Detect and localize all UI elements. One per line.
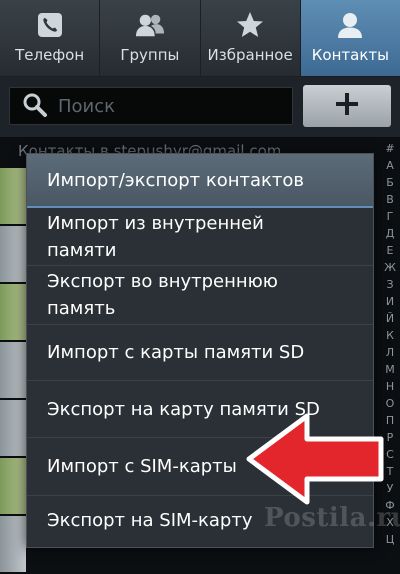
menu-item-label: Импорт с карты памяти SD (47, 342, 305, 363)
index-letter[interactable]: О (386, 395, 395, 412)
index-letter[interactable]: С (386, 446, 394, 463)
tab-contacts[interactable]: Контакты (300, 0, 400, 76)
avatar[interactable] (0, 284, 26, 342)
phone-icon (35, 10, 65, 40)
index-letter[interactable]: Ц (386, 531, 395, 548)
tab-favorites[interactable]: Избранное (201, 0, 301, 76)
avatar[interactable] (0, 168, 26, 226)
search-row (0, 77, 400, 137)
tab-groups[interactable]: Группы (100, 0, 201, 76)
tab-phone[interactable]: Телефон (0, 0, 101, 76)
index-letter[interactable]: Й (386, 310, 394, 327)
menu-item-import-sd[interactable]: Импорт с карты памяти SD (27, 325, 373, 381)
tab-label: Телефон (15, 46, 85, 64)
tab-bar: Телефон Группы Избранное Контакты (0, 0, 400, 77)
search-icon (22, 92, 50, 120)
index-letter[interactable]: З (386, 276, 393, 293)
avatar[interactable] (0, 226, 26, 284)
index-letter[interactable]: Б (386, 174, 394, 191)
menu-item-label: Экспорт на SIM-карту (47, 510, 253, 531)
tab-label: Контакты (311, 46, 389, 64)
avatar[interactable] (0, 400, 26, 458)
group-icon (135, 10, 165, 40)
index-letter[interactable]: # (385, 140, 394, 157)
index-letter[interactable]: Н (386, 378, 394, 395)
index-letter[interactable]: И (386, 293, 394, 310)
index-letter[interactable]: Г (387, 208, 394, 225)
index-letter[interactable]: Л (386, 344, 394, 361)
index-letter[interactable]: Ж (384, 259, 396, 276)
red-arrow-icon (246, 413, 384, 505)
menu-item-import-internal[interactable]: Импорт из внутренней памяти (27, 208, 373, 266)
contact-icon (335, 10, 365, 40)
watermark: Postila.ru (264, 503, 400, 533)
search-box[interactable] (9, 87, 293, 125)
menu-item-export-internal[interactable]: Экспорт во внутреннюю память (27, 266, 373, 325)
menu-item-label: Импорт из внутренней памяти (47, 212, 264, 261)
index-letter[interactable]: Р (387, 429, 394, 446)
plus-icon (334, 91, 360, 121)
search-input[interactable] (56, 94, 280, 118)
avatar[interactable] (0, 458, 26, 516)
index-letter[interactable]: К (386, 327, 394, 344)
tab-label: Избранное (207, 46, 293, 64)
index-letter[interactable]: В (386, 191, 394, 208)
index-letter[interactable]: М (385, 361, 395, 378)
avatar[interactable] (0, 516, 26, 574)
tab-label: Группы (120, 46, 180, 64)
menu-item-label: Экспорт во внутреннюю память (47, 271, 278, 319)
index-letter[interactable]: А (386, 157, 394, 174)
avatar[interactable] (0, 342, 26, 400)
index-letter[interactable]: У (387, 480, 394, 497)
index-letter[interactable]: П (386, 412, 394, 429)
index-letter[interactable]: Т (387, 463, 394, 480)
star-icon (235, 10, 265, 40)
index-letter[interactable]: Д (386, 225, 395, 242)
index-letter[interactable]: Е (387, 242, 394, 259)
menu-item-label: Импорт с SIM-карты (47, 456, 237, 477)
menu-title: Импорт/экспорт контактов (27, 154, 373, 208)
add-contact-button[interactable] (303, 85, 391, 127)
